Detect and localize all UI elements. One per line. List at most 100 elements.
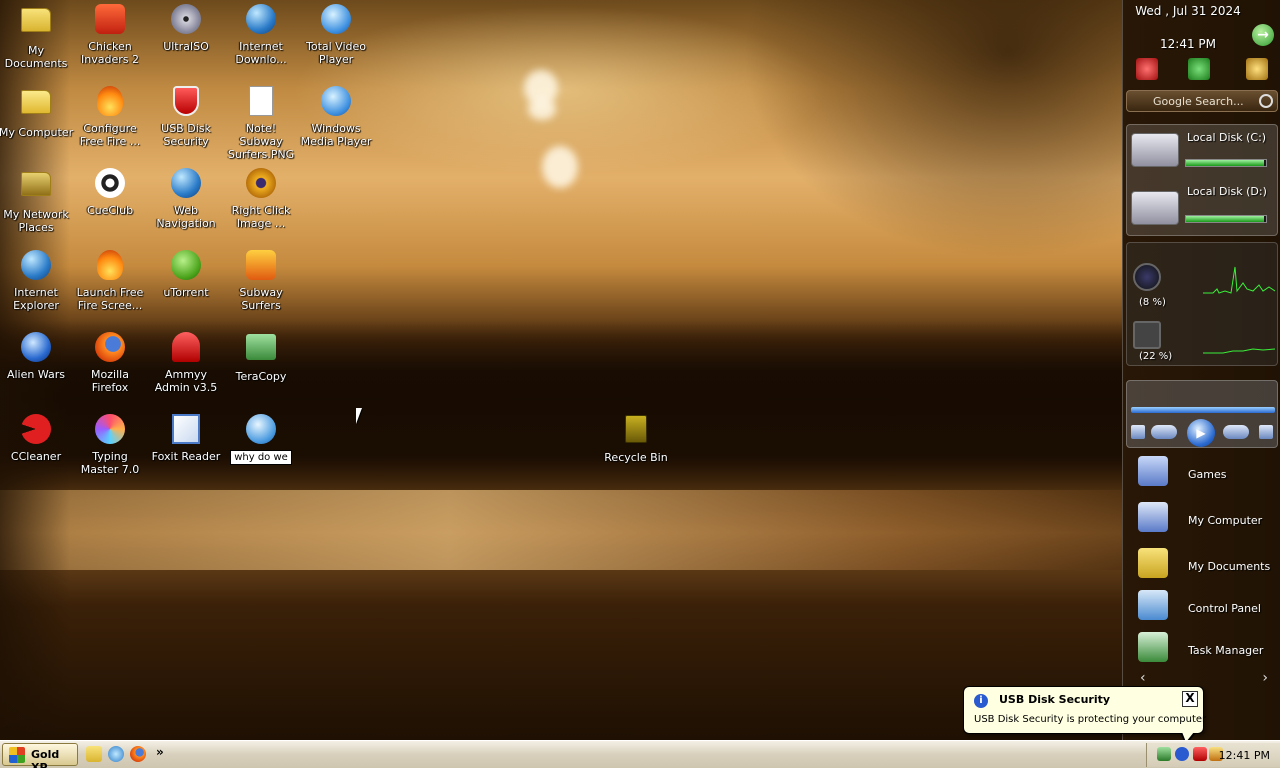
taskbar: Gold XP » 12:41 PM: [0, 740, 1280, 768]
desktop-icon-mozilla-firefox[interactable]: Mozilla Firefox: [72, 330, 148, 394]
desktop-icon-right-click-image[interactable]: Right Click Image ...: [223, 166, 299, 230]
quick-launch-more-button[interactable]: »: [156, 745, 164, 759]
desktop-icon-my-computer[interactable]: My Computer: [0, 84, 74, 139]
desktop-icon-total-video-player[interactable]: Total Video Player: [298, 2, 374, 66]
recycle-bin-icon: [619, 415, 653, 449]
gear-icon: [244, 168, 278, 202]
desktop-icon-windows-media-player[interactable]: Windows Media Player: [298, 84, 374, 148]
desktop-icon-ultraiso[interactable]: UltraISO: [148, 2, 224, 53]
desktop-icon-subway-surfers[interactable]: Subway Surfers: [223, 248, 299, 312]
desktop-icon-my-network-places[interactable]: My Network Places: [0, 166, 74, 234]
desktop-icon-label: Right Click Image ...: [231, 204, 291, 230]
drive-usage-fill: [1186, 160, 1264, 166]
info-icon: i: [974, 694, 988, 708]
network-icon[interactable]: [1157, 747, 1171, 761]
arrow-right-icon[interactable]: →: [1252, 24, 1274, 46]
desktop-icon-label: Configure Free Fire ...: [79, 122, 141, 148]
ammyy-admin-icon: [169, 332, 203, 366]
usb-security-notification[interactable]: i USB Disk Security USB Disk Security is…: [963, 686, 1207, 734]
foxit-reader-icon: [169, 414, 203, 448]
typing-master-icon: [93, 414, 127, 448]
desktop-icon-web-navigation[interactable]: Web Navigation: [148, 166, 224, 230]
drive-usage-bar: [1185, 159, 1267, 167]
sidebar-link-label: My Documents: [1188, 560, 1271, 573]
desktop-icon-internet-download-manager[interactable]: Internet Downlo...: [223, 2, 299, 66]
settings-icon[interactable]: [1246, 58, 1268, 80]
cpu-ram-meter-gadget: (8 %) (22 %): [1126, 242, 1278, 366]
cpu-graph: [1203, 266, 1275, 294]
quick-launch-folder-icon[interactable]: [86, 746, 102, 762]
desktop-icon-rename-field[interactable]: why do we: [223, 412, 299, 465]
desktop-icon-configure-free-fire[interactable]: Configure Free Fire ...: [72, 84, 148, 148]
desktop-icon-cueclub[interactable]: CueClub: [72, 166, 148, 217]
power-icon[interactable]: [1136, 58, 1158, 80]
start-button[interactable]: Gold XP: [2, 743, 78, 768]
desktop-icon-utorrent[interactable]: uTorrent: [148, 248, 224, 299]
desktop-icon-label: Internet Explorer: [13, 286, 59, 312]
desktop-icon-ccleaner[interactable]: CCleaner: [0, 412, 74, 463]
desktop-icon-label: Total Video Player: [305, 40, 366, 66]
play-icon[interactable]: ▶: [1187, 419, 1215, 447]
cueclub-icon: [93, 168, 127, 202]
desktop-icon-usb-disk-security[interactable]: USB Disk Security: [148, 84, 224, 148]
chevron-left-icon[interactable]: ‹: [1140, 670, 1146, 686]
desktop-icon-chicken-invaders[interactable]: Chicken Invaders 2: [72, 2, 148, 66]
task-manager-icon: [1138, 632, 1168, 662]
google-search-input[interactable]: Google Search...: [1126, 90, 1278, 112]
desktop-icon-label: UltraISO: [163, 40, 209, 53]
next-icon[interactable]: [1223, 425, 1249, 439]
desktop-icon-label: Mozilla Firefox: [91, 368, 129, 394]
computer-icon: [1138, 502, 1168, 532]
png-file-icon: [244, 86, 278, 120]
mouse-cursor-icon: [356, 408, 362, 424]
windows-media-player-icon: [319, 86, 353, 120]
teracopy-icon: [244, 334, 278, 368]
sidebar-link-task-manager[interactable]: Task Manager: [1132, 632, 1278, 670]
desktop-icon-label: CueClub: [86, 204, 134, 217]
sidebar-link-control-panel[interactable]: Control Panel: [1132, 590, 1278, 628]
internet-explorer-icon: [19, 250, 53, 284]
search-icon[interactable]: [1259, 94, 1273, 108]
desktop-icon-alien-wars[interactable]: Alien Wars: [0, 330, 74, 381]
desktop-icon-typing-master[interactable]: Typing Master 7.0: [72, 412, 148, 476]
hard-drive-icon: [1131, 191, 1179, 225]
desktop-icon-launch-free-fire[interactable]: Launch Free Fire Scree...: [72, 248, 148, 312]
info-tray-icon[interactable]: [1175, 747, 1189, 761]
quick-launch-internet-explorer-icon[interactable]: [108, 746, 124, 762]
stop-icon[interactable]: [1131, 425, 1145, 439]
desktop-icon-subway-surfers-png[interactable]: Note! Subway Surfers.PNG: [223, 84, 299, 161]
lake-reflection: [0, 490, 1122, 570]
ram-percent: (22 %): [1139, 351, 1173, 362]
desktop-icon-label: TeraCopy: [235, 370, 287, 383]
desktop-icon-foxit-reader[interactable]: Foxit Reader: [148, 412, 224, 463]
notification-text: USB Disk Security is protecting your com…: [974, 714, 1207, 725]
rename-input[interactable]: why do we: [230, 450, 292, 465]
desktop-icon-label: CCleaner: [10, 450, 62, 463]
firefox-icon: [93, 332, 127, 366]
hard-drive-icon: [1131, 133, 1179, 167]
system-tray: 12:41 PM: [1146, 743, 1280, 767]
sidebar-link-my-computer[interactable]: My Computer: [1132, 502, 1278, 540]
desktop-icon-recycle-bin[interactable]: Recycle Bin: [598, 412, 674, 464]
previous-icon[interactable]: [1151, 425, 1177, 439]
player-progress-bar[interactable]: [1131, 407, 1275, 413]
desktop-icon-my-documents[interactable]: My Documents: [0, 2, 74, 70]
drive-label: Local Disk (D:): [1187, 185, 1267, 198]
close-notification-button[interactable]: X: [1182, 691, 1198, 707]
playlist-icon[interactable]: [1259, 425, 1273, 439]
desktop-icon-internet-explorer[interactable]: Internet Explorer: [0, 248, 74, 312]
notification-title: USB Disk Security: [999, 693, 1111, 706]
usb-disk-security-icon: [169, 86, 203, 120]
desktop-sidebar: Wed , Jul 31 2024 12:41 PM → Google Sear…: [1122, 0, 1280, 740]
chevron-right-icon[interactable]: ›: [1262, 670, 1268, 686]
usb-security-tray-icon[interactable]: [1193, 747, 1207, 761]
sidebar-link-my-documents[interactable]: My Documents: [1132, 548, 1278, 586]
quick-launch-firefox-icon[interactable]: [130, 746, 146, 762]
sidebar-link-games[interactable]: Games: [1132, 456, 1278, 494]
close-icon[interactable]: [1188, 58, 1210, 80]
desktop-icon-label: Foxit Reader: [151, 450, 221, 463]
desktop-icon-teracopy[interactable]: TeraCopy: [223, 330, 299, 383]
alien-wars-icon: [19, 332, 53, 366]
desktop-icon-label: Ammyy Admin v3.5: [154, 368, 218, 394]
desktop-icon-ammyy-admin[interactable]: Ammyy Admin v3.5: [148, 330, 224, 394]
